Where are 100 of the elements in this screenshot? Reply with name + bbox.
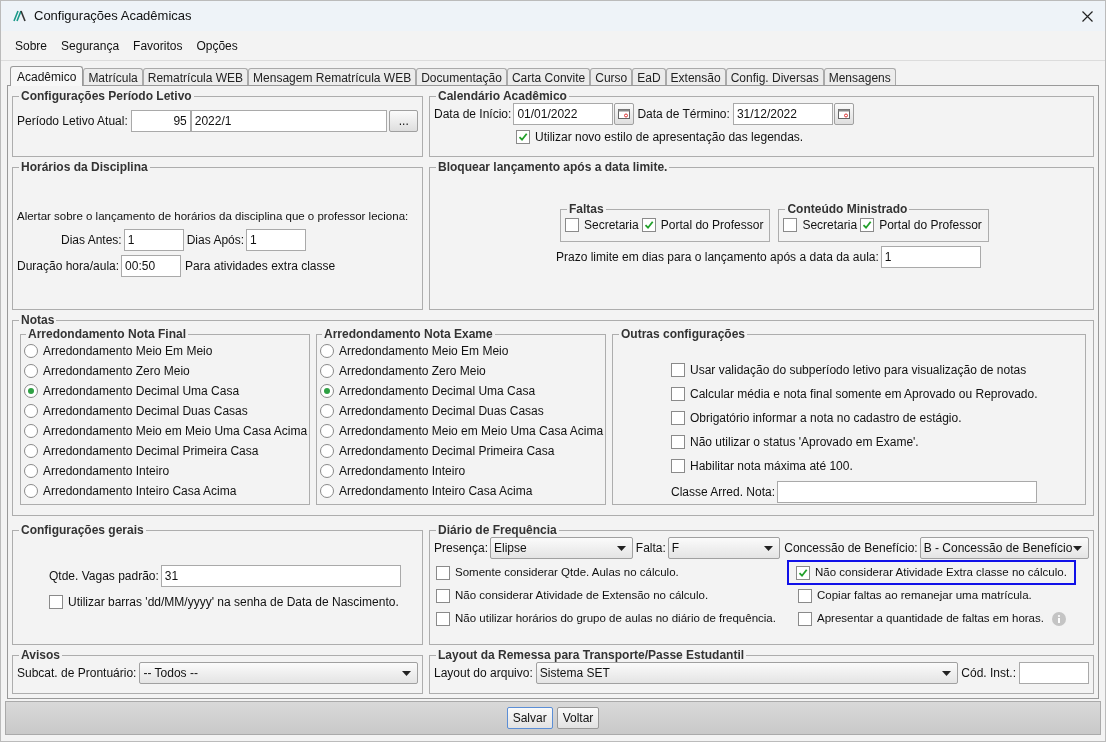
menu-item[interactable]: Sobre xyxy=(15,36,48,55)
radio-button[interactable] xyxy=(320,444,334,458)
text-field[interactable]: 2022/1 xyxy=(190,110,388,132)
checkbox[interactable] xyxy=(671,387,685,401)
radio-button[interactable] xyxy=(24,404,38,418)
radio-button[interactable] xyxy=(320,364,334,378)
tab[interactable]: Documentação xyxy=(416,68,507,85)
window-title: Configurações Acadêmicas xyxy=(34,7,192,26)
calendar-icon xyxy=(837,109,850,119)
radio-button[interactable] xyxy=(320,484,334,498)
checkbox[interactable] xyxy=(436,565,450,580)
info-icon[interactable] xyxy=(1051,611,1066,626)
tab[interactable]: Rematrícula WEB xyxy=(142,68,249,85)
text-field[interactable]: 1 xyxy=(880,246,981,268)
field-label: Período Letivo Atual: xyxy=(17,113,128,130)
checkbox[interactable] xyxy=(671,435,685,449)
checkbox[interactable] xyxy=(436,611,450,626)
dropdown[interactable]: B - Concessão de Benefício xyxy=(919,537,1089,559)
text-field[interactable]: 31 xyxy=(160,565,401,587)
option-label: Arredondamento Decimal Primeira Casa xyxy=(43,443,259,460)
radio-button[interactable] xyxy=(320,424,334,438)
tab[interactable]: Extensão xyxy=(665,68,726,85)
tab[interactable]: Matrícula xyxy=(83,68,143,85)
text-field[interactable] xyxy=(777,481,1038,503)
text-field[interactable]: 31/12/2022 xyxy=(732,103,833,125)
radio-button[interactable] xyxy=(24,464,38,478)
radio-button[interactable] xyxy=(24,424,38,438)
option-label: Arredondamento Inteiro xyxy=(43,463,170,480)
caret-icon xyxy=(764,545,774,551)
calendar-button[interactable] xyxy=(833,103,854,125)
calendar-icon xyxy=(618,109,631,119)
close-icon[interactable] xyxy=(1082,10,1093,22)
browse-button[interactable]: ... xyxy=(389,110,418,132)
group-title: Configurações gerais xyxy=(20,523,145,537)
field-label: Classe Arred. Nota: xyxy=(671,484,776,501)
dropdown[interactable]: F xyxy=(667,537,781,559)
tab[interactable]: Acadêmico xyxy=(10,66,84,86)
option-label: Portal do Professor xyxy=(879,217,982,234)
menu-item[interactable]: Segurança xyxy=(61,36,120,55)
menu-item[interactable]: Favoritos xyxy=(133,36,183,55)
group-title: Outras configurações xyxy=(620,327,747,341)
checkbox[interactable] xyxy=(796,565,810,580)
option-label: Arredondamento Decimal Uma Casa xyxy=(339,383,536,400)
field-label: Subcat. de Prontuário: xyxy=(17,665,137,682)
radio-button[interactable] xyxy=(24,384,38,398)
text-field[interactable] xyxy=(1019,662,1089,684)
caret-icon xyxy=(616,545,626,551)
text-field[interactable]: 00:50 xyxy=(121,255,182,278)
option-label: Utilizar novo estilo de apresentação das legendas. xyxy=(535,129,804,146)
checkbox[interactable] xyxy=(641,218,656,232)
tab[interactable]: Mensagens xyxy=(823,68,896,85)
field-label: Presença: xyxy=(434,540,489,557)
tab[interactable]: Carta Convite xyxy=(506,68,591,85)
radio-button[interactable] xyxy=(24,364,38,378)
menu-item[interactable]: Opções xyxy=(196,36,238,55)
dropdown[interactable]: Sistema SET xyxy=(535,662,959,684)
checkbox[interactable] xyxy=(671,459,685,473)
radio-button[interactable] xyxy=(320,384,334,398)
field-label: Dias Após: xyxy=(186,232,245,250)
dropdown[interactable]: -- Todos -- xyxy=(139,662,418,684)
radio-button[interactable] xyxy=(24,484,38,498)
checkbox[interactable] xyxy=(49,595,63,609)
field-label: Dias Antes: xyxy=(61,232,122,250)
field-label: Data de Início: xyxy=(434,106,512,123)
radio-button[interactable] xyxy=(320,464,334,478)
alert-text: Alertar sobre o lançamento de horários da disciplina que o professor leciona: xyxy=(17,209,410,224)
checkbox[interactable] xyxy=(436,588,450,603)
checkbox[interactable] xyxy=(783,218,798,232)
text-field[interactable]: 01/01/2022 xyxy=(513,103,614,125)
caret-icon xyxy=(402,670,411,676)
checkbox[interactable] xyxy=(565,218,579,232)
option-label: Não considerar Atividade Extra classe no cálculo. xyxy=(815,564,1067,580)
tab[interactable]: Mensagem Rematrícula WEB xyxy=(248,68,417,85)
text-field[interactable]: 1 xyxy=(246,229,307,252)
checkbox[interactable] xyxy=(860,218,875,232)
field-label: Data de Término: xyxy=(637,106,730,123)
tab[interactable]: EaD xyxy=(632,68,666,85)
option-label: Arredondamento Inteiro Casa Acima xyxy=(339,483,533,500)
radio-button[interactable] xyxy=(24,344,38,358)
checkbox[interactable] xyxy=(798,588,812,603)
text-field[interactable]: 1 xyxy=(123,229,184,252)
group-title: Configurações Período Letivo xyxy=(20,89,193,103)
text-field[interactable]: 95 xyxy=(130,110,191,132)
option-label: Arredondamento Decimal Duas Casas xyxy=(339,403,544,420)
radio-button[interactable] xyxy=(320,404,334,418)
checkbox[interactable] xyxy=(671,411,685,425)
dropdown[interactable]: Elipse xyxy=(490,537,633,559)
radio-button[interactable] xyxy=(24,444,38,458)
radio-button[interactable] xyxy=(320,344,334,358)
option-label: Calcular média e nota final somente em Aprovado ou Reprovado. xyxy=(690,386,1038,403)
tab[interactable]: Curso xyxy=(590,68,633,85)
option-label: Arredondamento Meio em Meio Uma Casa Acima xyxy=(43,423,308,440)
action-button[interactable]: Voltar xyxy=(556,707,600,729)
checkbox[interactable] xyxy=(798,611,812,626)
checkbox[interactable] xyxy=(671,363,685,377)
group-title: Diário de Frequência xyxy=(437,523,558,537)
checkbox[interactable] xyxy=(516,130,530,144)
action-button[interactable]: Salvar xyxy=(506,707,553,729)
tab[interactable]: Config. Diversas xyxy=(725,68,824,85)
calendar-button[interactable] xyxy=(614,103,635,125)
